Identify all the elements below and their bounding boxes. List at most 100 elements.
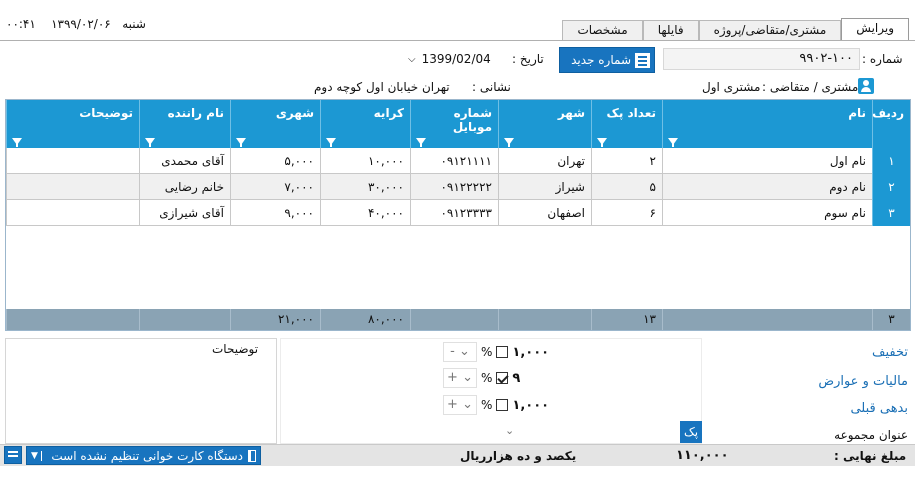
chevron-down-icon[interactable]: ⌄ bbox=[505, 424, 514, 437]
final-amount-label: مبلغ نهایی : bbox=[834, 449, 907, 463]
cell-mobile[interactable]: ۰۹۱۲۲۲۲۲ bbox=[410, 174, 498, 200]
footer-cell bbox=[662, 309, 872, 330]
grid-header-row: ردیف نام تعداد پک شهر شماره موبایل کرایه… bbox=[6, 100, 910, 148]
footer-text: ۲۱,۰۰۰ bbox=[277, 312, 314, 326]
discount-link[interactable]: تخفیف bbox=[820, 345, 908, 360]
cell-packs[interactable]: ۶ bbox=[591, 200, 662, 226]
date-label: تاریخ : bbox=[512, 52, 544, 66]
col-header-mobile[interactable]: شماره موبایل bbox=[410, 100, 498, 148]
cell-city[interactable]: اصفهان bbox=[498, 200, 591, 226]
chevron-down-icon[interactable]: ⌵ bbox=[408, 54, 416, 65]
cell-urban[interactable]: ۷,۰۰۰ bbox=[230, 174, 320, 200]
col-header-name[interactable]: نام bbox=[662, 100, 872, 148]
col-header-label: تعداد پک bbox=[606, 106, 656, 120]
table-row[interactable]: ۱ نام اول ۲ تهران ۰۹۱۲۱۱۱۱ ۱۰,۰۰۰ ۵,۰۰۰ … bbox=[6, 148, 910, 174]
filter-icon[interactable] bbox=[597, 138, 607, 147]
tab-files[interactable]: فایلها bbox=[642, 20, 699, 40]
cell-name[interactable]: نام اول bbox=[662, 148, 872, 174]
cell-packs[interactable]: ۲ bbox=[591, 148, 662, 174]
filter-icon[interactable] bbox=[12, 138, 22, 147]
tab-edit[interactable]: ویرایش bbox=[841, 18, 909, 40]
date-picker[interactable]: ⌵ 1399/02/04 bbox=[408, 48, 512, 70]
prev-debt-op-value: + bbox=[447, 397, 458, 412]
chevron-down-icon[interactable]: ▼ bbox=[31, 450, 42, 461]
items-grid: ردیف نام تعداد پک شهر شماره موبایل کرایه… bbox=[5, 99, 911, 331]
cell-driver[interactable]: آقای محمدی bbox=[139, 148, 230, 174]
cell-text: آقای شیرازی bbox=[159, 206, 224, 220]
address-label: نشانی : bbox=[472, 80, 511, 94]
cell-city[interactable]: تهران bbox=[498, 148, 591, 174]
cell-driver[interactable]: آقای شیرازی bbox=[139, 200, 230, 226]
tax-percent-checkbox[interactable] bbox=[496, 372, 509, 384]
new-number-button[interactable]: شماره جدید bbox=[559, 47, 655, 73]
prev-debt-link[interactable]: بدهی قبلی bbox=[820, 401, 908, 416]
clock-weekday: شنبه bbox=[122, 17, 146, 31]
discount-op-select[interactable]: - ⌄ bbox=[443, 342, 477, 362]
cell-notes[interactable] bbox=[6, 174, 139, 200]
discount-percent-checkbox[interactable] bbox=[496, 346, 509, 358]
cell-driver[interactable]: خانم رضایی bbox=[139, 174, 230, 200]
cell-packs[interactable]: ۵ bbox=[591, 174, 662, 200]
clock-readout: ۰۰:۴۱ شنبه ۱۳۹۹/۰۲/۰۶ bbox=[6, 17, 146, 31]
cell-city[interactable]: شیراز bbox=[498, 174, 591, 200]
cell-text: آقای محمدی bbox=[161, 154, 224, 168]
col-header-row-num[interactable]: ردیف bbox=[872, 100, 910, 148]
tab-specs[interactable]: مشخصات bbox=[562, 20, 643, 40]
cell-text: نام اول bbox=[829, 154, 866, 168]
tax-op-select[interactable]: + ⌄ bbox=[443, 368, 477, 388]
tab-bar: ویرایش مشتری/متقاضی/پروژه فایلها مشخصات bbox=[562, 18, 909, 40]
cell-name[interactable]: نام سوم bbox=[662, 200, 872, 226]
col-header-city[interactable]: شهر bbox=[498, 100, 591, 148]
table-row[interactable]: ۲ نام دوم ۵ شیراز ۰۹۱۲۲۲۲۲ ۳۰,۰۰۰ ۷,۰۰۰ … bbox=[6, 174, 910, 200]
cell-notes[interactable] bbox=[6, 200, 139, 226]
tax-link[interactable]: مالیات و عوارض bbox=[780, 374, 908, 389]
prev-debt-percent-checkbox[interactable] bbox=[496, 399, 509, 411]
prev-debt-op-select[interactable]: + ⌄ bbox=[443, 395, 477, 415]
col-header-fare[interactable]: کرایه bbox=[320, 100, 410, 148]
customer-value[interactable]: مشتری اول bbox=[702, 80, 760, 94]
cell-name[interactable]: نام دوم bbox=[662, 174, 872, 200]
cell-fare[interactable]: ۱۰,۰۰۰ bbox=[320, 148, 410, 174]
pack-button[interactable]: پک bbox=[680, 421, 702, 443]
footer-text: ۱۳ bbox=[643, 312, 656, 326]
clock-time: ۰۰:۴۱ bbox=[6, 17, 36, 31]
prev-debt-amount[interactable]: ۱,۰۰۰ bbox=[512, 398, 549, 413]
cell-urban[interactable]: ۹,۰۰۰ bbox=[230, 200, 320, 226]
tax-amount[interactable]: ۹ bbox=[512, 371, 520, 386]
col-header-label: کرایه bbox=[373, 106, 404, 120]
discount-amount[interactable]: ۱,۰۰۰ bbox=[512, 345, 549, 360]
col-header-label: شهری bbox=[275, 106, 314, 120]
customer-label: مشتری / متقاضی : bbox=[762, 80, 859, 94]
group-title-label: عنوان مجموعه bbox=[834, 428, 908, 442]
col-header-urban[interactable]: شهری bbox=[230, 100, 320, 148]
row-index: ۱ bbox=[872, 148, 910, 174]
card-reader-button[interactable]: دستگاه کارت خوانی تنظیم نشده است ▼ bbox=[26, 446, 261, 465]
filter-icon[interactable] bbox=[145, 138, 155, 147]
filter-icon[interactable] bbox=[236, 138, 246, 147]
filter-icon[interactable] bbox=[668, 138, 678, 147]
filter-icon[interactable] bbox=[416, 138, 426, 147]
cell-notes[interactable] bbox=[6, 148, 139, 174]
number-field[interactable]: ۹۹۰۲-۱۰۰ bbox=[663, 48, 860, 70]
col-header-packs[interactable]: تعداد پک bbox=[591, 100, 662, 148]
col-header-driver[interactable]: نام راننده bbox=[139, 100, 230, 148]
final-amount: ۱۱۰,۰۰۰ bbox=[676, 448, 729, 463]
cell-text: ۰۹۱۲۱۱۱۱ bbox=[440, 154, 492, 168]
filter-icon[interactable] bbox=[326, 138, 336, 147]
col-header-label: نام bbox=[848, 106, 866, 120]
cell-fare[interactable]: ۴۰,۰۰۰ bbox=[320, 200, 410, 226]
cell-fare[interactable]: ۳۰,۰۰۰ bbox=[320, 174, 410, 200]
col-header-notes[interactable]: توضیحات bbox=[6, 100, 139, 148]
cell-mobile[interactable]: ۰۹۱۲۳۳۳۳ bbox=[410, 200, 498, 226]
calculator-icon[interactable] bbox=[4, 446, 22, 464]
cell-text: شیراز bbox=[555, 180, 585, 194]
footer-cell bbox=[6, 309, 139, 330]
table-row[interactable]: ۳ نام سوم ۶ اصفهان ۰۹۱۲۳۳۳۳ ۴۰,۰۰۰ ۹,۰۰۰… bbox=[6, 200, 910, 226]
tab-customer-project[interactable]: مشتری/متقاضی/پروژه bbox=[698, 20, 842, 40]
filter-icon[interactable] bbox=[504, 138, 514, 147]
tax-row: + ⌄ % ۹ bbox=[443, 368, 520, 388]
col-header-label: نام راننده bbox=[167, 106, 224, 120]
cell-urban[interactable]: ۵,۰۰۰ bbox=[230, 148, 320, 174]
customer-icon[interactable] bbox=[858, 78, 874, 94]
cell-mobile[interactable]: ۰۹۱۲۱۱۱۱ bbox=[410, 148, 498, 174]
